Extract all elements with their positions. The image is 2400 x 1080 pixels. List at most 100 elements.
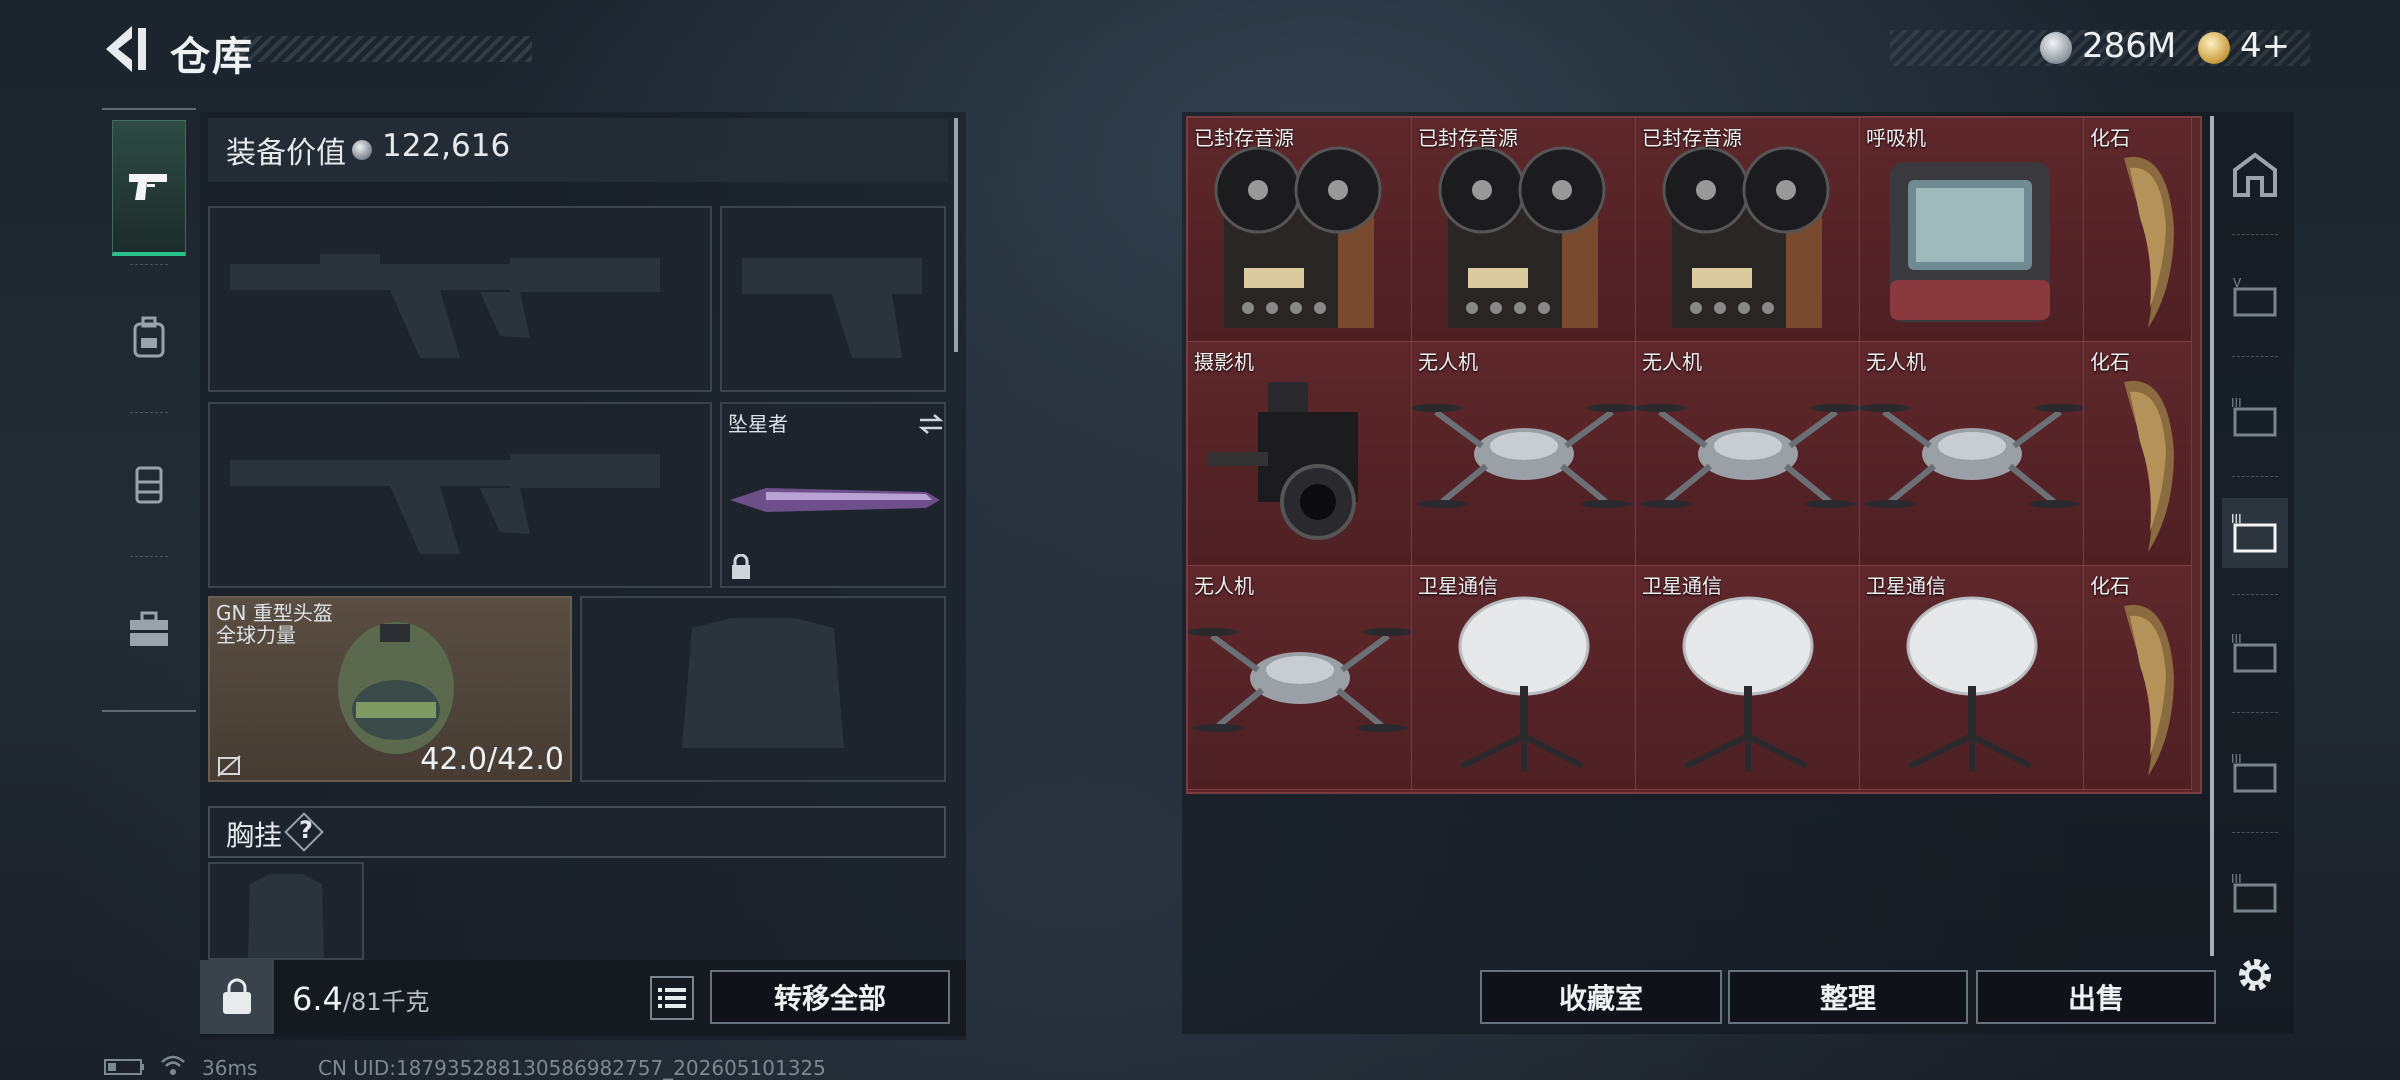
battery-icon [104, 1059, 144, 1075]
stash-item[interactable]: 呼吸机 [1860, 118, 2084, 342]
stash-item-name: 卫星通信 [1642, 574, 1722, 598]
stash-item[interactable]: 已封存音源 [1188, 118, 1412, 342]
nav-backpack[interactable] [112, 270, 186, 406]
stash-tab-home[interactable] [2222, 140, 2288, 210]
stash-item[interactable]: 无人机 [1860, 342, 2084, 566]
stash-item[interactable]: 卫星通信 [1860, 566, 2084, 790]
page-3-icon: III [2231, 872, 2277, 913]
stash-page-3c[interactable]: III [2222, 738, 2288, 808]
stash-item[interactable]: 卫星通信 [1636, 566, 1860, 790]
collection-room-button[interactable]: 收藏室 [1480, 970, 1722, 1024]
stash-page-3d[interactable]: III [2222, 858, 2288, 928]
stash-item-name: 已封存音源 [1642, 126, 1742, 150]
stash-item-name: 摄影机 [1194, 350, 1254, 374]
stash-item[interactable]: 化石 [2084, 342, 2192, 566]
stash-item[interactable]: 无人机 [1412, 342, 1636, 566]
equipment-value: 122,616 [382, 128, 511, 164]
stash-item[interactable]: 化石 [2084, 118, 2192, 342]
armor-silhouette-icon [682, 618, 844, 748]
list-icon [658, 988, 686, 1008]
swap-icon[interactable] [918, 412, 944, 436]
svg-text:III: III [2231, 752, 2242, 766]
sidearm-slot[interactable] [720, 206, 946, 392]
rifle-silhouette-icon [230, 254, 660, 358]
loadout-scrollbar[interactable] [954, 118, 958, 352]
secondary-weapon-slot[interactable] [208, 402, 712, 588]
value-coin-icon [352, 140, 372, 160]
stash-item-name: 卫星通信 [1866, 574, 1946, 598]
stash-item-name: 化石 [2090, 350, 2130, 374]
stash-item[interactable]: 无人机 [1188, 566, 1412, 790]
no-repair-icon [217, 755, 241, 777]
stash-item[interactable]: 无人机 [1636, 342, 1860, 566]
page-3-icon: III [2231, 752, 2277, 793]
page-3-icon: III [2231, 396, 2277, 437]
page-v-icon: V [2233, 276, 2277, 317]
nav-toolcase[interactable] [112, 562, 186, 698]
title-decoration [232, 36, 532, 62]
stash-item-name: 化石 [2090, 126, 2130, 150]
pistol-silhouette-icon [742, 258, 922, 358]
vault-icon [2233, 152, 2277, 197]
list-view-button[interactable] [650, 976, 694, 1020]
organize-button[interactable]: 整理 [1728, 970, 1968, 1024]
chest-rig-slot[interactable] [208, 862, 364, 960]
weight-readout: 6.4/81千克 [292, 980, 430, 1018]
svg-text:III: III [2231, 632, 2242, 646]
uid-readout: CN UID:18793528813058698275​7_2026051013… [318, 1056, 826, 1080]
stash-item[interactable]: 摄影机 [1188, 342, 1412, 566]
nav-vest[interactable] [112, 416, 186, 552]
wifi-icon [161, 1055, 185, 1075]
toolbox-icon [130, 611, 168, 646]
chest-rig-silhouette-icon [248, 874, 324, 958]
stash-page-3a[interactable]: III [2222, 382, 2288, 452]
stash-item-name: 无人机 [1418, 350, 1478, 374]
stash-item-name: 已封存音源 [1194, 126, 1294, 150]
stash-item-name: 化石 [2090, 574, 2130, 598]
gear-icon [2239, 959, 2271, 991]
svg-text:III: III [2231, 872, 2242, 886]
stash-item[interactable]: 已封存音源 [1412, 118, 1636, 342]
helmet-durability: 42.0/42.0 [420, 742, 564, 777]
nav-weapons[interactable] [112, 120, 186, 256]
page-3-active-icon: III [2231, 512, 2277, 553]
svg-text:III: III [2231, 512, 2242, 526]
knife-icon [730, 488, 940, 512]
helmet-name: GN 重型头盔 全球力量 [216, 601, 333, 647]
ping-readout: 36ms [202, 1056, 258, 1080]
money-coin-icon [2040, 32, 2072, 64]
transfer-all-button[interactable]: 转移全部 [710, 970, 950, 1024]
gold-amount[interactable]: 4+ [2240, 26, 2290, 66]
gold-coin-icon [2198, 32, 2230, 64]
stash-item-name: 已封存音源 [1418, 126, 1518, 150]
stash-item-name: 呼吸机 [1866, 126, 1926, 150]
stash-item[interactable]: 化石 [2084, 566, 2192, 790]
stash-page-3b[interactable]: III [2222, 618, 2288, 688]
back-button[interactable] [100, 22, 150, 76]
stash-page-3-active[interactable]: III [2222, 498, 2288, 568]
helmet-slot[interactable]: GN 重型头盔 全球力量 42.0/42.0 [208, 596, 572, 782]
money-amount: 286M [2082, 26, 2177, 66]
vest-icon [135, 466, 163, 504]
stash-item[interactable]: 已封存音源 [1636, 118, 1860, 342]
stash-item-name: 无人机 [1642, 350, 1702, 374]
stash-item-name: 无人机 [1194, 574, 1254, 598]
equipment-value-label: 装备价值 [226, 136, 346, 171]
sell-button[interactable]: 出售 [1976, 970, 2216, 1024]
melee-name: 坠星者 [728, 412, 788, 436]
svg-text:V: V [2233, 276, 2242, 290]
stash-grid: 已封存音源 已封存音源 已封存音源 呼吸机 化石 摄影机 无人机 无人机 无人机 化石 无人机 卫星通… [1186, 116, 2202, 794]
lock-icon [732, 554, 750, 579]
help-mark: ? [299, 816, 313, 844]
stash-page-v[interactable]: V [2222, 262, 2288, 332]
chest-rig-label: 胸挂 [226, 819, 283, 852]
stash-item-name: 无人机 [1866, 350, 1926, 374]
settings-button[interactable] [2222, 940, 2288, 1010]
back-arrow-icon [106, 26, 146, 72]
armor-slot[interactable] [580, 596, 946, 782]
stash-item[interactable]: 卫星通信 [1412, 566, 1636, 790]
primary-weapon-slot[interactable] [208, 206, 712, 392]
backpack-icon [133, 316, 165, 358]
melee-slot[interactable]: 坠星者 [720, 402, 946, 588]
weight-lock-button[interactable] [200, 960, 274, 1034]
